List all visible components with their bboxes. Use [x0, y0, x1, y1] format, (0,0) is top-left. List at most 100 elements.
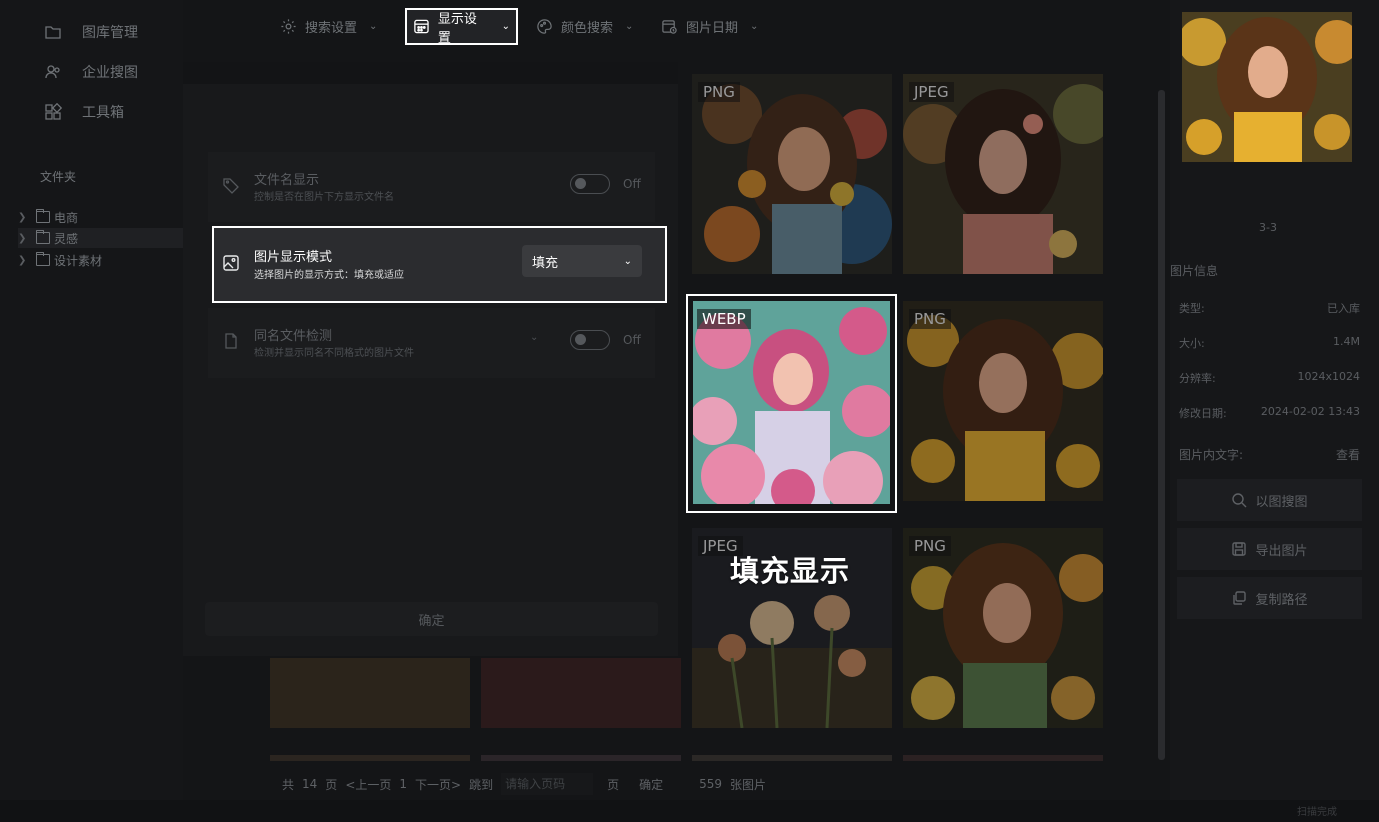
button-label: 导出图片 — [1255, 543, 1308, 559]
image-count: 559 — [699, 777, 723, 791]
image-tile-partial[interactable] — [270, 755, 470, 761]
pagination: 共 14 页 <上一页 1 下一页> 跳到 请输入页码 页 确定 559 张图片 — [282, 773, 774, 795]
page-number-input[interactable]: 请输入页码 — [501, 773, 594, 795]
toggle-state-label: Off — [623, 177, 641, 191]
image-date-button[interactable]: 图片日期 ⌄ — [655, 8, 764, 45]
image-tile[interactable]: PNG — [692, 74, 892, 274]
tree-item-label: 电商 — [54, 210, 79, 225]
pager-page-unit: 页 — [325, 777, 338, 792]
info-resolution: 分辨率: 1024x1024 — [1179, 370, 1360, 386]
image-position-counter: 3-3 — [1259, 221, 1277, 234]
info-key: 分辨率: — [1179, 372, 1216, 385]
sidebar-item-toolbox[interactable]: 工具箱 — [44, 99, 124, 125]
color-search-button[interactable]: 颜色搜索 ⌄ — [530, 8, 639, 45]
info-value: 已入库 — [1327, 302, 1360, 315]
sidebar: 图库管理 企业搜图 工具箱 文件夹 ❯ 电商 ❯ 灵感 ❯ 设计素材 — [0, 0, 183, 800]
portrait-thumbnail — [903, 528, 1103, 728]
image-tile-partial[interactable] — [903, 755, 1103, 761]
app-window: 图库管理 企业搜图 工具箱 文件夹 ❯ 电商 ❯ 灵感 ❯ 设计素材 搜索设置 … — [0, 0, 1379, 822]
setting-description: 选择图片的显示方式：填充或适应 — [254, 270, 404, 281]
image-tile[interactable]: JPEG — [903, 74, 1103, 274]
prev-page-button[interactable]: <上一页 — [345, 776, 391, 793]
jump-confirm-button[interactable]: 确定 — [639, 776, 663, 793]
info-key: 图片内文字: — [1179, 448, 1244, 462]
grid-scrollbar[interactable] — [1158, 90, 1165, 760]
display-settings-label: 显示设置 — [437, 11, 477, 46]
chevron-down-icon[interactable]: ⌄ — [530, 332, 538, 343]
color-search-label: 颜色搜索 — [561, 21, 614, 36]
view-ocr-link[interactable]: 查看 — [1336, 446, 1360, 463]
search-settings-button[interactable]: 搜索设置 ⌄ — [274, 8, 383, 45]
format-badge: PNG — [909, 309, 951, 329]
setting-filename-display: 文件名显示 控制是否在图片下方显示文件名 Off — [208, 152, 655, 222]
gear-icon — [281, 19, 296, 34]
sidebar-item-label: 企业搜图 — [82, 65, 138, 81]
pager-total-pages: 14 — [302, 777, 318, 791]
image-info-title: 图片信息 — [1170, 264, 1219, 278]
button-label: 复制路径 — [1255, 592, 1308, 608]
chevron-down-icon: ⌄ — [623, 255, 632, 267]
portrait-thumbnail — [692, 74, 892, 274]
image-tile-partial[interactable] — [270, 658, 470, 728]
setting-description: 控制是否在图片下方显示文件名 — [254, 192, 394, 203]
image-tile-partial[interactable] — [692, 755, 892, 761]
format-badge: PNG — [909, 536, 951, 556]
next-page-button[interactable]: 下一页> — [415, 776, 461, 793]
folder-icon — [36, 230, 50, 244]
chevron-right-icon[interactable]: ❯ — [18, 255, 28, 266]
panel-header — [183, 62, 678, 84]
search-settings-label: 搜索设置 — [305, 21, 358, 36]
info-type: 类型: 已入库 — [1179, 300, 1360, 316]
copy-path-button[interactable]: 复制路径 — [1177, 577, 1362, 619]
image-tile-partial[interactable] — [481, 658, 681, 728]
setting-display-mode: 图片显示模式 选择图片的显示方式：填充或适应 填充 ⌄ — [212, 226, 667, 303]
image-icon — [223, 255, 239, 271]
setting-title: 图片显示模式 — [254, 250, 333, 265]
setting-title: 文件名显示 — [254, 173, 320, 188]
chevron-down-icon: ⌄ — [501, 21, 510, 32]
calendar-clock-icon — [662, 20, 677, 34]
sidebar-item-label: 工具箱 — [82, 105, 124, 121]
detail-preview[interactable] — [1182, 12, 1352, 162]
image-tile[interactable]: PNG — [903, 528, 1103, 728]
search-by-image-button[interactable]: 以图搜图 — [1177, 479, 1362, 521]
image-tile[interactable]: PNG — [903, 301, 1103, 501]
tree-item-design-assets[interactable]: ❯ 设计素材 — [18, 250, 183, 270]
info-modified-date: 修改日期: 2024-02-02 13:43 — [1179, 405, 1360, 421]
confirm-button[interactable]: 确定 — [205, 602, 658, 636]
setting-description: 检测并显示同名不同格式的图片文件 — [254, 348, 414, 359]
display-settings-panel: 文件名显示 控制是否在图片下方显示文件名 Off 同名文件检测 检测并显示同名不… — [183, 62, 678, 656]
jump-label: 跳到 — [469, 777, 494, 792]
tree-item-inspiration[interactable]: ❯ 灵感 — [18, 228, 183, 248]
filename-display-toggle[interactable] — [570, 174, 610, 194]
image-tile-selected[interactable]: WEBP — [686, 294, 897, 513]
tag-icon — [223, 178, 239, 194]
palette-icon — [537, 19, 552, 34]
format-badge: PNG — [698, 82, 740, 102]
display-mode-select[interactable]: 填充 ⌄ — [522, 245, 642, 277]
display-settings-button[interactable]: 显示设置 ⌄ — [405, 8, 518, 46]
select-value: 填充 — [532, 255, 559, 271]
info-key: 修改日期: — [1179, 407, 1227, 420]
toggle-state-label: Off — [623, 333, 641, 347]
display-mode-overlay-label: 填充显示 — [730, 554, 851, 588]
file-icon — [225, 333, 237, 349]
users-icon — [45, 65, 60, 79]
chevron-right-icon[interactable]: ❯ — [18, 233, 28, 244]
portrait-thumbnail — [689, 301, 894, 511]
export-image-button[interactable]: 导出图片 — [1177, 528, 1362, 570]
sidebar-item-enterprise-search[interactable]: 企业搜图 — [44, 59, 138, 85]
format-badge: JPEG — [909, 82, 954, 102]
duplicate-detection-toggle[interactable] — [570, 330, 610, 350]
image-tile-partial[interactable] — [481, 755, 681, 761]
info-ocr-text: 图片内文字: 查看 — [1179, 446, 1360, 463]
detail-panel — [1170, 0, 1379, 800]
tree-item-ecommerce[interactable]: ❯ 电商 — [18, 207, 183, 227]
sidebar-item-gallery[interactable]: 图库管理 — [44, 19, 138, 45]
pager-total-prefix: 共 — [282, 777, 295, 792]
copy-icon — [1233, 591, 1247, 605]
chevron-right-icon[interactable]: ❯ — [18, 212, 28, 223]
chevron-down-icon: ⌄ — [750, 21, 759, 32]
image-date-label: 图片日期 — [686, 21, 739, 36]
button-label: 以图搜图 — [1255, 494, 1308, 510]
